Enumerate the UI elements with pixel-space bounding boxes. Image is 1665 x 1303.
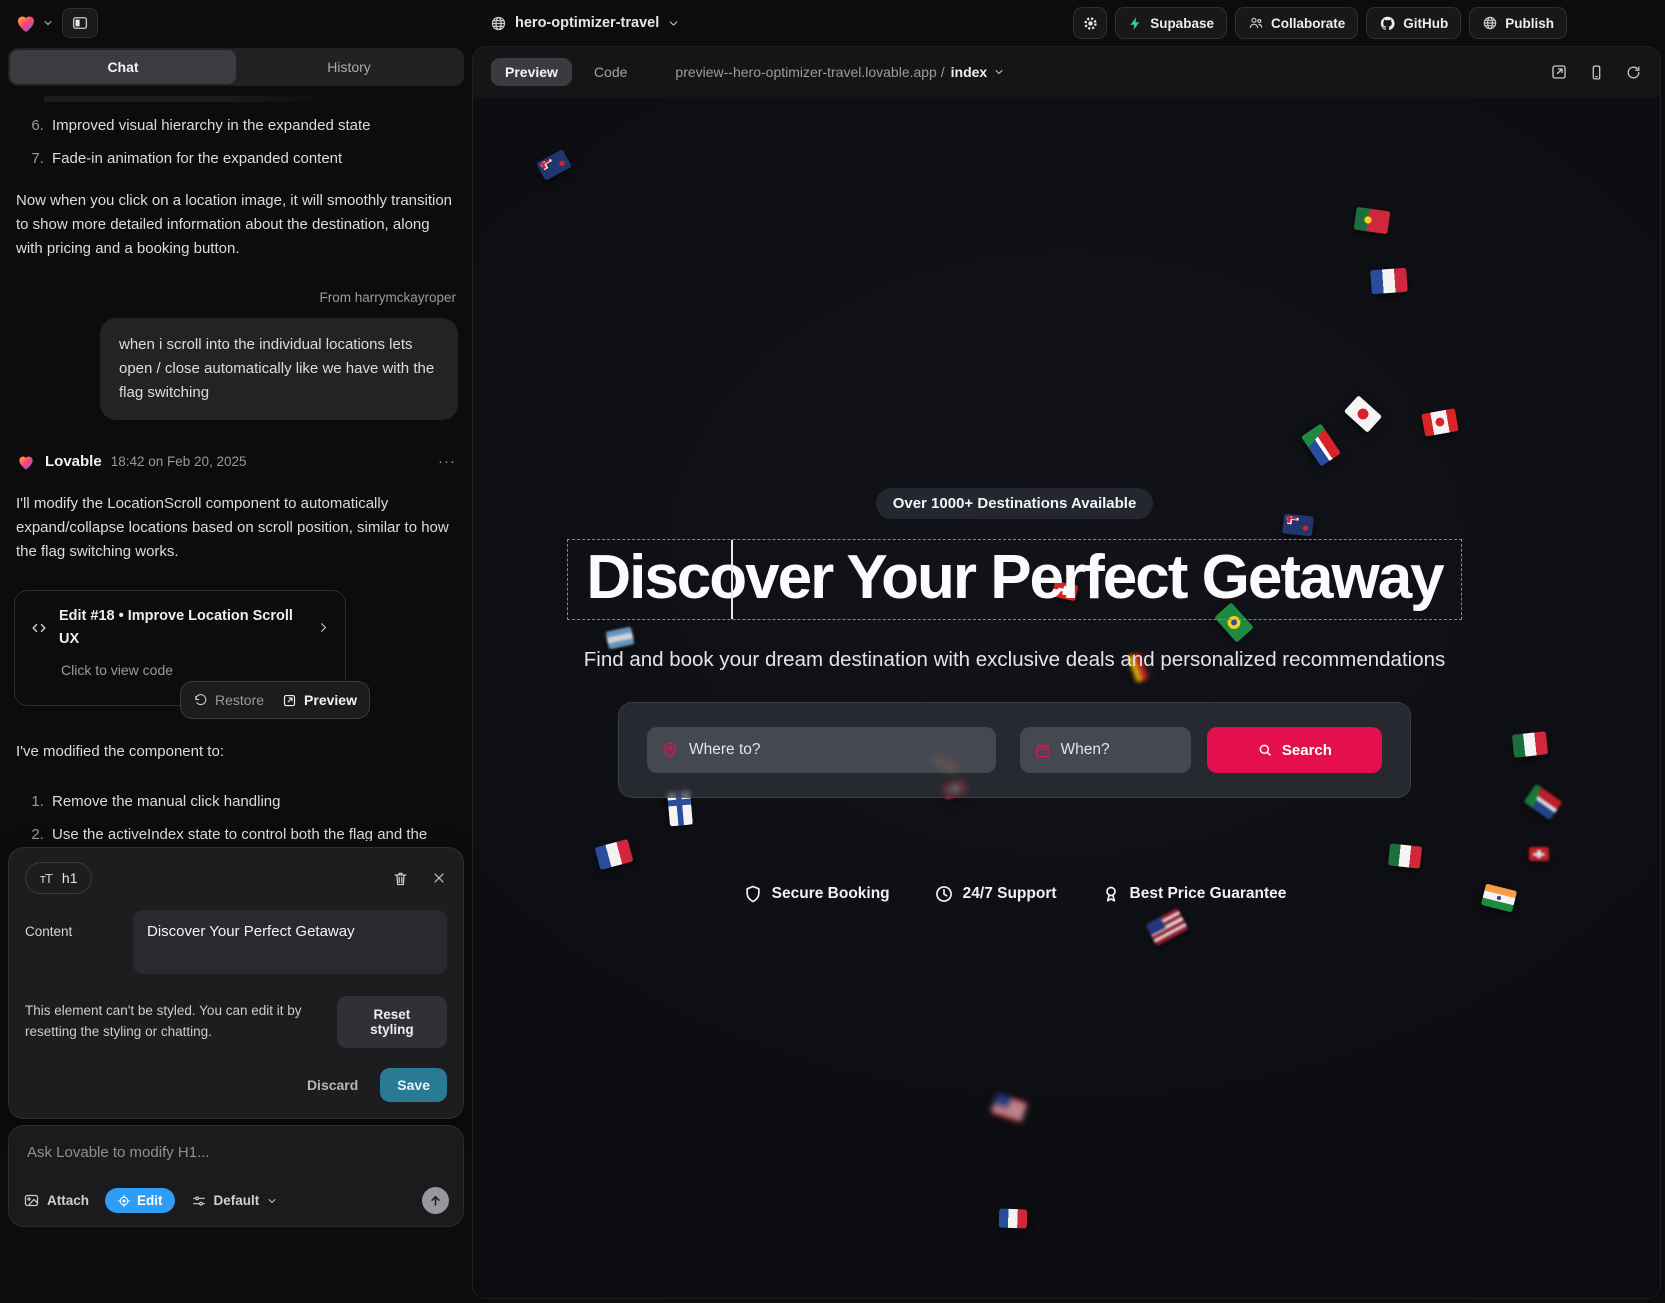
attach-button[interactable]: Attach (23, 1192, 89, 1209)
tab-history[interactable]: History (236, 50, 462, 84)
chevron-down-icon (667, 17, 680, 30)
mobile-view-button[interactable] (1588, 64, 1605, 81)
url-base: preview--hero-optimizer-travel.lovable.a… (675, 64, 944, 80)
chat-sidebar: Chat History Improved visual hierarchy i… (0, 46, 472, 1303)
assistant-paragraph: I've modified the component to: (16, 740, 458, 764)
collaborate-button[interactable]: Collaborate (1235, 7, 1358, 39)
github-button[interactable]: GitHub (1366, 7, 1461, 39)
search-button[interactable]: Search (1207, 727, 1382, 773)
feature-secure-booking: Secure Booking (743, 884, 890, 904)
chat-composer: Ask Lovable to modify H1... Attach Edit … (8, 1125, 464, 1227)
code-icon (29, 618, 49, 638)
supabase-button[interactable]: Supabase (1115, 7, 1227, 39)
project-name: hero-optimizer-travel (515, 15, 659, 31)
element-tag: h1 (62, 870, 78, 886)
list-item: Improved visual hierarchy in the expande… (48, 114, 458, 138)
location-pin-icon (661, 741, 679, 759)
chat-scroll-area[interactable]: Improved visual hierarchy in the expande… (8, 96, 464, 841)
close-panel-button[interactable] (431, 870, 447, 886)
list-item: Fade-in animation for the expanded conte… (48, 147, 458, 171)
edit-card-subtitle: Click to view code (61, 659, 331, 681)
toggle-sidebar-button[interactable] (62, 8, 98, 38)
clock-icon (934, 884, 954, 904)
edit-mode-button[interactable]: Edit (105, 1188, 175, 1213)
project-switcher[interactable]: hero-optimizer-travel (490, 15, 680, 32)
tab-code[interactable]: Code (580, 58, 641, 86)
lovable-heart-icon (14, 11, 38, 35)
send-button[interactable] (422, 1187, 449, 1214)
user-message-bubble: when i scroll into the individual locati… (100, 318, 458, 420)
assistant-paragraph: I'll modify the LocationScroll component… (16, 492, 458, 564)
clipped-list-item (44, 96, 344, 102)
search-bar: Search (618, 702, 1411, 798)
panel-left-icon (71, 14, 89, 32)
sidebar-tabs: Chat History (8, 48, 464, 86)
destinations-badge: Over 1000+ Destinations Available (876, 488, 1154, 519)
feature-best-price: Best Price Guarantee (1101, 884, 1287, 904)
tab-chat[interactable]: Chat (10, 50, 236, 84)
type-icon: тT (40, 871, 52, 886)
app-topbar: hero-optimizer-travel Supabase Collabora… (0, 0, 1665, 46)
shield-icon (743, 884, 763, 904)
award-icon (1101, 884, 1121, 904)
save-button[interactable]: Save (380, 1068, 447, 1102)
hero-title[interactable]: Discover Your Perfect Getaway (586, 542, 1442, 613)
preview-url[interactable]: preview--hero-optimizer-travel.lovable.a… (675, 64, 1005, 80)
settings-button[interactable] (1073, 7, 1107, 39)
when-input[interactable] (1061, 741, 1177, 759)
open-in-new-tab-button[interactable] (1550, 63, 1568, 81)
hero-section: Over 1000+ Destinations Available Discov… (473, 97, 1608, 1298)
message-author-label: From harrymckayroper (14, 287, 456, 309)
url-page: index (951, 64, 988, 80)
refresh-button[interactable] (1625, 64, 1642, 81)
calendar-icon (1034, 742, 1051, 759)
assistant-list-top: Improved visual hierarchy in the expande… (48, 114, 458, 171)
preview-viewport: Over 1000+ Destinations Available Discov… (473, 97, 1660, 1298)
selected-h1-outline[interactable]: Discover Your Perfect Getaway (567, 539, 1461, 620)
when-field[interactable] (1020, 727, 1191, 773)
chevron-down-icon (42, 17, 54, 29)
globe-icon (1482, 15, 1498, 31)
composer-input[interactable]: Ask Lovable to modify H1... (27, 1144, 447, 1161)
text-caret (731, 540, 733, 619)
feature-support: 24/7 Support (934, 884, 1057, 904)
github-icon (1379, 15, 1396, 32)
message-menu-button[interactable]: ··· (438, 450, 456, 474)
discard-button[interactable]: Discard (307, 1077, 358, 1093)
content-field-input[interactable]: Discover Your Perfect Getaway (133, 910, 447, 974)
assistant-list-bottom: Remove the manual click handling Use the … (48, 790, 458, 841)
publish-button[interactable]: Publish (1469, 7, 1567, 39)
message-timestamp: 18:42 on Feb 20, 2025 (111, 451, 247, 473)
supabase-icon (1128, 16, 1143, 31)
selected-element-pill[interactable]: тT h1 (25, 862, 92, 894)
preview-version-button[interactable]: Preview (282, 689, 357, 711)
preview-panel: Preview Code preview--hero-optimizer-tra… (472, 46, 1661, 1299)
lovable-heart-icon (16, 452, 36, 472)
where-input[interactable] (689, 741, 982, 759)
reset-styling-button[interactable]: Reset styling (337, 996, 447, 1048)
tab-preview[interactable]: Preview (491, 58, 572, 86)
assistant-name: Lovable (45, 450, 102, 474)
delete-element-button[interactable] (392, 870, 409, 887)
assistant-paragraph: Now when you click on a location image, … (16, 189, 458, 261)
assistant-message-header: Lovable 18:42 on Feb 20, 2025 ··· (16, 450, 456, 474)
restore-button[interactable]: Restore (193, 689, 264, 711)
hero-subtitle: Find and book your dream destination wit… (584, 648, 1446, 672)
gear-icon (1082, 15, 1099, 32)
chevron-right-icon (316, 620, 331, 635)
preview-toolbar: Preview Code preview--hero-optimizer-tra… (473, 47, 1660, 97)
styling-note: This element can't be styled. You can ed… (25, 1001, 321, 1043)
list-item: Use the activeIndex state to control bot… (48, 823, 458, 841)
element-editor-panel: тT h1 Content Discover Your Perfect Geta… (8, 847, 464, 1119)
globe-icon (490, 15, 507, 32)
lovable-logo-menu[interactable] (14, 11, 54, 35)
feature-badges: Secure Booking 24/7 Support Best Price G… (743, 884, 1287, 904)
list-item: Remove the manual click handling (48, 790, 458, 814)
users-icon (1248, 15, 1264, 31)
edit-card-actions: Restore Preview (180, 681, 370, 719)
edit-card-title: Edit #18 • Improve Location Scroll UX (59, 605, 306, 651)
model-mode-selector[interactable]: Default (191, 1193, 279, 1209)
where-field[interactable] (647, 727, 996, 773)
content-field-label: Content (25, 910, 121, 939)
